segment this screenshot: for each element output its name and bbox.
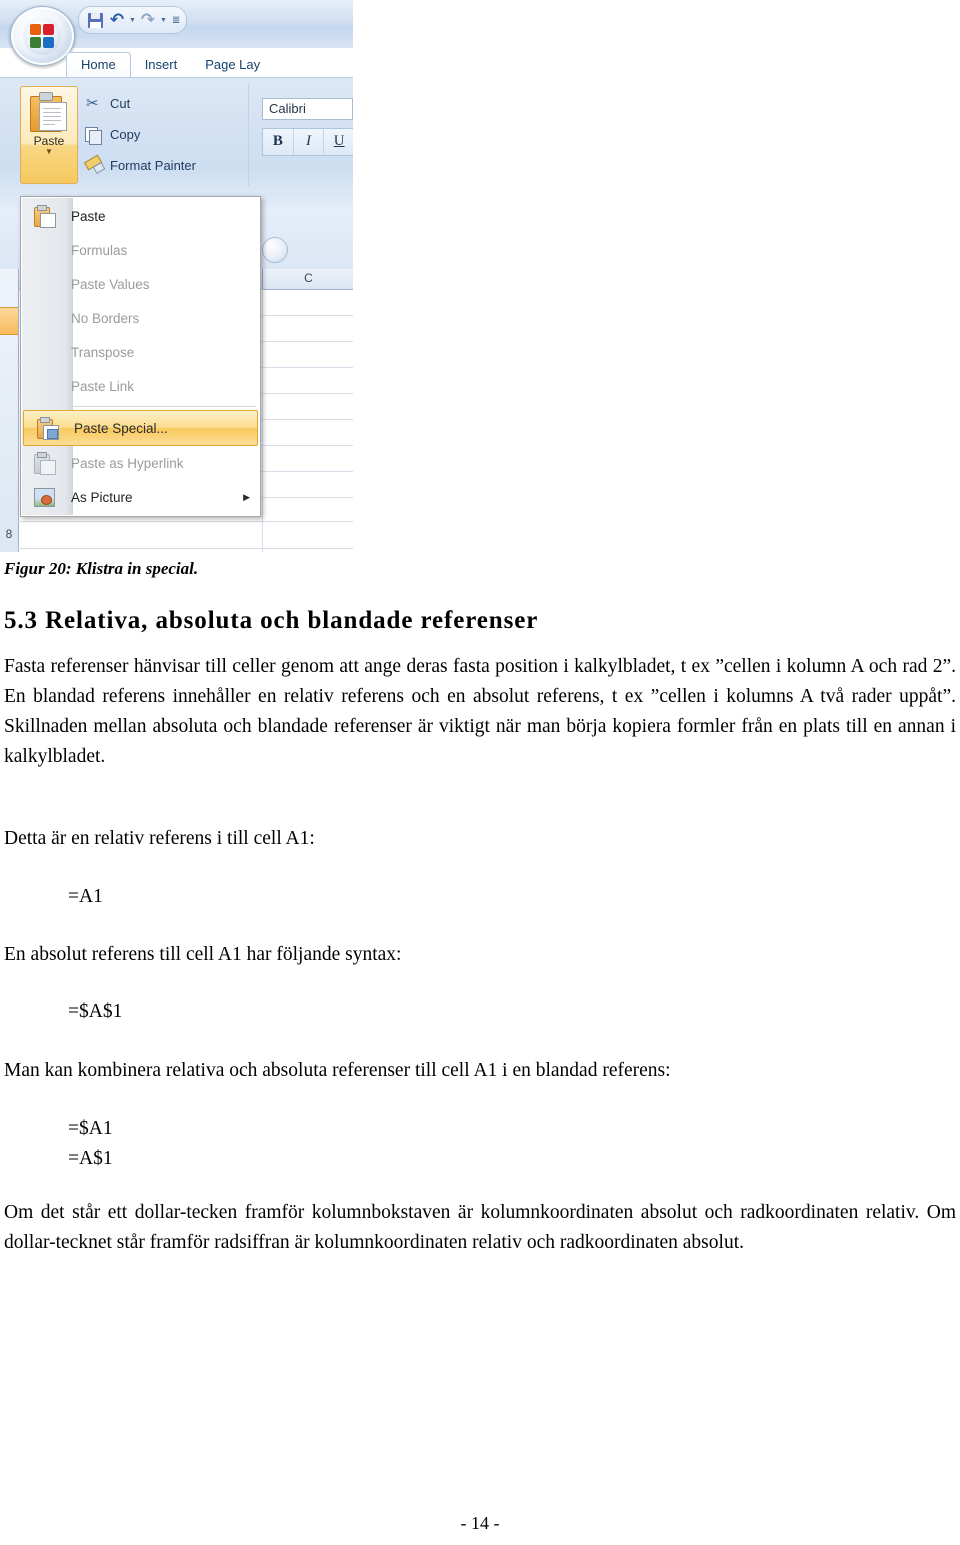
menu-item-paste-as-hyperlink[interactable]: Paste as Hyperlink xyxy=(21,446,260,480)
tab-insert[interactable]: Insert xyxy=(131,53,192,78)
grid-column-line xyxy=(262,289,263,552)
figure-caption: Figur 20: Klistra in special. xyxy=(4,559,199,578)
tab-home[interactable]: Home xyxy=(66,52,131,78)
paragraph-mixed-reference: Man kan kombinera relativa och absoluta … xyxy=(4,1060,671,1081)
paste-button-label: Paste xyxy=(33,134,65,148)
menu-item-paste[interactable]: Paste xyxy=(21,199,260,233)
menu-item-no-borders[interactable]: No Borders xyxy=(21,301,260,335)
italic-button[interactable]: I xyxy=(294,129,325,155)
menu-item-paste-values[interactable]: Paste Values xyxy=(21,267,260,301)
column-header-c[interactable]: C xyxy=(262,269,353,289)
menu-item-paste-label: Paste xyxy=(71,208,106,224)
formula-bar-button-icon[interactable] xyxy=(262,237,288,263)
paintbrush-icon xyxy=(83,154,106,175)
copy-icon xyxy=(84,125,103,145)
menu-separator xyxy=(73,406,256,407)
menu-item-paste-link-label: Paste Link xyxy=(71,378,135,394)
code-mixed-references: =$A1 =A$1 xyxy=(68,1114,113,1174)
menu-item-as-picture[interactable]: As Picture ▶ xyxy=(21,480,260,514)
paste-dropdown-icon[interactable]: ▼ xyxy=(21,148,77,156)
grid-row-line xyxy=(18,521,353,522)
ribbon-tabs: Home Insert Page Lay xyxy=(66,48,353,78)
submenu-arrow-icon: ▶ xyxy=(243,491,250,502)
scissors-icon: ✂ xyxy=(86,95,99,112)
save-icon[interactable] xyxy=(85,10,105,30)
selected-row-header[interactable] xyxy=(0,307,18,335)
paste-button[interactable]: Paste ▼ xyxy=(20,86,78,184)
undo-dropdown-icon[interactable]: ▼ xyxy=(129,17,136,24)
office-logo-icon xyxy=(23,17,61,55)
font-name-input[interactable]: Calibri xyxy=(262,98,353,120)
customize-qat-icon[interactable]: ≣ xyxy=(172,15,180,26)
menu-item-transpose[interactable]: Transpose xyxy=(21,335,260,369)
clipboard-commands: ✂ Cut Copy Format Painter xyxy=(83,88,196,181)
cut-label: Cut xyxy=(110,96,131,111)
paragraph-dollar-explanation: Om det står ett dollar-tecken framför ko… xyxy=(4,1202,956,1253)
paste-hyperlink-icon xyxy=(33,452,56,475)
menu-item-paste-special-label: Paste Special... xyxy=(74,420,168,436)
row-header-8[interactable]: 8 xyxy=(0,521,18,548)
menu-item-formulas[interactable]: Formulas xyxy=(21,233,260,267)
code-mixed-2: =A$1 xyxy=(68,1148,113,1169)
menu-item-paste-as-hyperlink-label: Paste as Hyperlink xyxy=(71,455,184,471)
copy-label: Copy xyxy=(110,127,141,142)
paste-dropdown-menu: Paste Formulas Paste Values No Borders T… xyxy=(20,196,261,517)
paste-special-icon xyxy=(36,417,59,440)
paste-icon xyxy=(33,205,56,228)
quick-access-toolbar: ↶ ▼ ↷ ▼ ≣ xyxy=(78,6,188,34)
paragraph-intro: Fasta referenser hänvisar till celler ge… xyxy=(4,656,956,767)
copy-button[interactable]: Copy xyxy=(84,119,196,150)
underline-button[interactable]: U xyxy=(324,129,353,155)
clipboard-icon xyxy=(30,92,68,132)
as-picture-icon xyxy=(33,486,55,508)
paragraph-relative-reference: Detta är en relativ referens i till cell… xyxy=(4,828,315,849)
undo-icon[interactable]: ↶ xyxy=(107,10,127,30)
row-headers xyxy=(0,269,19,552)
paragraph-absolute-reference: En absolut referens till cell A1 har föl… xyxy=(4,944,402,965)
code-absolute-reference: =$A$1 xyxy=(68,1001,123,1022)
menu-item-paste-values-label: Paste Values xyxy=(71,276,150,292)
cut-button[interactable]: ✂ Cut xyxy=(84,88,196,119)
bold-button[interactable]: B xyxy=(263,129,294,155)
font-style-buttons: B I U xyxy=(262,128,353,156)
redo-dropdown-icon[interactable]: ▼ xyxy=(160,17,167,24)
menu-item-paste-link[interactable]: Paste Link xyxy=(21,369,260,403)
font-group: Calibri B I U xyxy=(256,84,353,186)
grid-row-line xyxy=(18,548,353,549)
menu-item-as-picture-label: As Picture xyxy=(71,489,133,505)
clipboard-group: Paste ▼ ✂ Cut Copy Format Painter xyxy=(8,84,249,186)
format-painter-label: Format Painter xyxy=(110,158,196,173)
tab-page-layout[interactable]: Page Lay xyxy=(191,53,274,78)
menu-item-no-borders-label: No Borders xyxy=(71,310,140,326)
code-relative-reference: =A1 xyxy=(68,886,103,907)
page-number: - 14 - xyxy=(460,1513,500,1533)
code-mixed-1: =$A1 xyxy=(68,1118,113,1139)
redo-icon[interactable]: ↷ xyxy=(138,10,158,30)
menu-item-formulas-label: Formulas xyxy=(71,242,128,258)
excel-screenshot-figure: ↶ ▼ ↷ ▼ ≣ Home Insert Page Lay Paste ▼ ✂… xyxy=(0,0,353,552)
section-heading: 5.3 Relativa, absoluta och blandade refe… xyxy=(4,607,539,634)
menu-item-transpose-label: Transpose xyxy=(71,344,135,360)
menu-item-paste-special[interactable]: Paste Special... xyxy=(23,410,258,446)
format-painter-button[interactable]: Format Painter xyxy=(83,150,196,181)
